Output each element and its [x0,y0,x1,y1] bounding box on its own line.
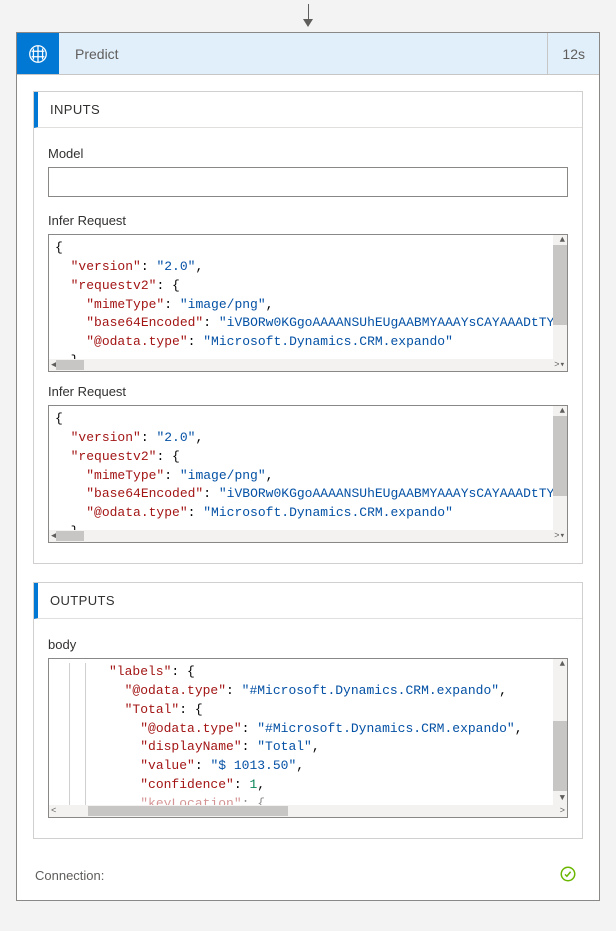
outputs-panel-header: OUTPUTS [34,583,582,619]
vscroll-thumb[interactable] [553,245,567,325]
vscroll-thumb[interactable] [553,416,567,496]
infer-request-code-1[interactable]: { "version": "2.0", "requestv2": { "mime… [48,234,568,372]
model-label: Model [48,146,568,161]
predict-brain-icon [17,33,59,74]
infer-request-label-2: Infer Request [48,384,568,399]
hscroll-thumb[interactable] [56,360,84,370]
card-header[interactable]: Predict 12s [17,33,599,75]
body-code[interactable]: "labels": { "@odata.type": "#Microsoft.D… [48,658,568,818]
hscrollbar[interactable]: < > [49,805,567,817]
infer-request-code-2[interactable]: { "version": "2.0", "requestv2": { "mime… [48,405,568,543]
scroll-up-icon[interactable]: ▲ [560,660,565,669]
hscrollbar[interactable]: ◀ >▾ [49,530,567,542]
inputs-panel-header: INPUTS [34,92,582,128]
duration-badge: 12s [547,33,599,74]
connection-label: Connection: [35,868,104,883]
inputs-panel: INPUTS Model Infer Request { "version": … [33,91,583,564]
scroll-left-icon[interactable]: < [51,807,56,816]
scroll-right-icon[interactable]: >▾ [554,532,565,541]
hscroll-thumb[interactable] [88,806,288,816]
scroll-down-icon[interactable]: ▼ [560,794,565,803]
connection-footer: Connection: [33,857,583,890]
vscroll-thumb[interactable] [553,721,567,791]
connection-ok-icon [559,865,577,886]
scroll-up-icon[interactable]: ▲ [560,407,565,416]
body-label: body [48,637,568,652]
predict-step-card: Predict 12s INPUTS Model Infer Request {… [16,32,600,901]
hscroll-thumb[interactable] [56,531,84,541]
hscrollbar[interactable]: ◀ >▾ [49,359,567,371]
scroll-right-icon[interactable]: >▾ [554,361,565,370]
scroll-right-icon[interactable]: > [560,807,565,816]
card-title: Predict [59,33,547,74]
outputs-panel: OUTPUTS body "labels": { "@odata.type": … [33,582,583,839]
infer-request-label-1: Infer Request [48,213,568,228]
model-input[interactable] [48,167,568,197]
scroll-up-icon[interactable]: ▲ [560,236,565,245]
flow-arrow-down [0,0,616,32]
